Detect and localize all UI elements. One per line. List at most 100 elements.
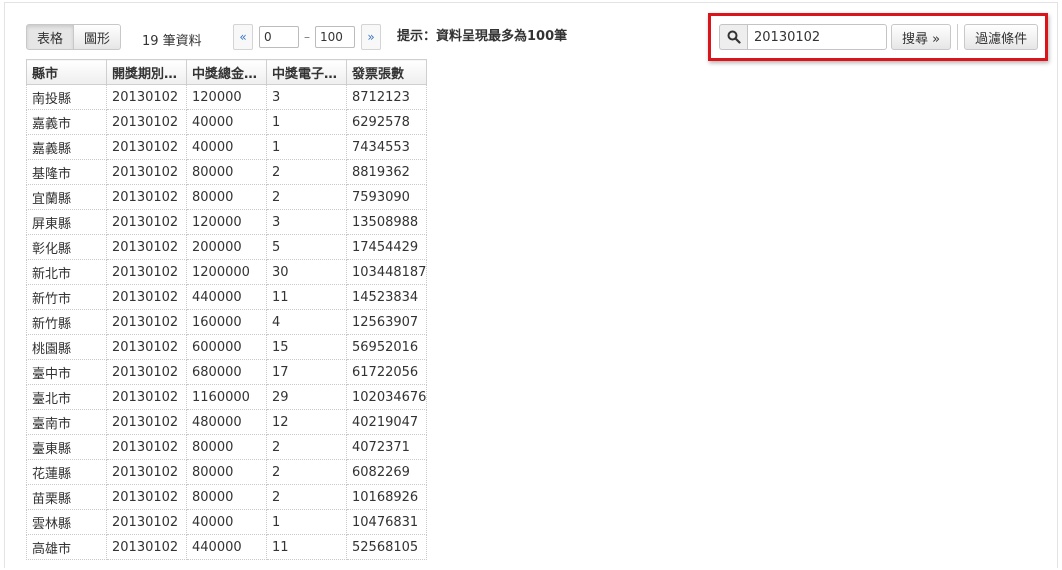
table-row[interactable]: 新竹縣 20130102 160000 4 12563907 — [26, 309, 427, 335]
table-cell: 20130102 — [106, 534, 187, 560]
table-cell: 14523834 — [346, 284, 427, 310]
table-cell: 臺北市 — [26, 384, 107, 410]
table-row[interactable]: 桃園縣 20130102 600000 15 56952016 — [26, 334, 427, 360]
table-cell: 80000 — [186, 484, 267, 510]
table-row[interactable]: 苗栗縣 20130102 80000 2 10168926 — [26, 484, 427, 510]
table-row[interactable]: 南投縣 20130102 120000 3 8712123 — [26, 84, 427, 110]
column-header[interactable]: 中獎電子… — [266, 59, 347, 85]
table-cell: 20130102 — [106, 459, 187, 485]
table-cell: 臺中市 — [26, 359, 107, 385]
search-bar: 搜尋 » 過濾條件 — [719, 24, 1039, 50]
table-cell: 嘉義縣 — [26, 134, 107, 160]
table-cell: 20130102 — [106, 84, 187, 110]
table-cell: 17454429 — [346, 234, 427, 260]
table-row[interactable]: 臺東縣 20130102 80000 2 4072371 — [26, 434, 427, 460]
column-header[interactable]: 縣市 — [26, 59, 107, 85]
table-cell: 13508988 — [346, 209, 427, 235]
table-row[interactable]: 臺中市 20130102 680000 17 61722056 — [26, 359, 427, 385]
table-row[interactable]: 高雄市 20130102 440000 11 52568105 — [26, 534, 427, 560]
table-row[interactable]: 屏東縣 20130102 120000 3 13508988 — [26, 209, 427, 235]
table-cell: 80000 — [186, 184, 267, 210]
table-cell: 6292578 — [346, 109, 427, 135]
table-cell: 10476831 — [346, 509, 427, 535]
table-row[interactable]: 基隆市 20130102 80000 2 8819362 — [26, 159, 427, 185]
table-row[interactable]: 彰化縣 20130102 200000 5 17454429 — [26, 234, 427, 260]
record-count: 19 筆資料 — [142, 34, 202, 49]
table-cell: 1200000 — [186, 259, 267, 285]
table-row[interactable]: 新北市 20130102 1200000 30 103448187 — [26, 259, 427, 285]
table-cell: 2 — [266, 434, 347, 460]
column-header[interactable]: 中獎總金… — [186, 59, 267, 85]
search-icon — [719, 24, 747, 50]
table-cell: 3 — [266, 84, 347, 110]
table-row[interactable]: 臺北市 20130102 1160000 29 102034676 — [26, 384, 427, 410]
table-cell: 120000 — [186, 84, 267, 110]
table-cell: 103448187 — [346, 259, 427, 285]
table-row[interactable]: 雲林縣 20130102 40000 1 10476831 — [26, 509, 427, 535]
chart-view-button[interactable]: 圖形 — [74, 24, 122, 50]
table-cell: 440000 — [186, 284, 267, 310]
table-cell: 80000 — [186, 159, 267, 185]
next-page-button[interactable]: » — [361, 24, 381, 50]
table-cell: 40000 — [186, 109, 267, 135]
view-toggle: 表格 圖形 — [26, 24, 122, 50]
table-cell: 花蓮縣 — [26, 459, 107, 485]
table-view-button[interactable]: 表格 — [26, 24, 75, 50]
table-cell: 4072371 — [346, 434, 427, 460]
table-cell: 160000 — [186, 309, 267, 335]
table-row[interactable]: 新竹市 20130102 440000 11 14523834 — [26, 284, 427, 310]
table-cell: 15 — [266, 334, 347, 360]
toolbar-divider — [957, 24, 959, 50]
table-cell: 29 — [266, 384, 347, 410]
table-row[interactable]: 嘉義市 20130102 40000 1 6292578 — [26, 109, 427, 135]
search-input[interactable] — [747, 24, 887, 50]
table-row[interactable]: 臺南市 20130102 480000 12 40219047 — [26, 409, 427, 435]
table-cell: 52568105 — [346, 534, 427, 560]
table-cell: 8712123 — [346, 84, 427, 110]
table-cell: 11 — [266, 284, 347, 310]
table-cell: 新北市 — [26, 259, 107, 285]
table-cell: 3 — [266, 209, 347, 235]
column-header[interactable]: 發票張數 — [346, 59, 427, 85]
table-cell: 新竹縣 — [26, 309, 107, 335]
table-cell: 4 — [266, 309, 347, 335]
table-cell: 102034676 — [346, 384, 427, 410]
table-cell: 600000 — [186, 334, 267, 360]
table-cell: 6082269 — [346, 459, 427, 485]
table-cell: 40000 — [186, 509, 267, 535]
table-cell: 20130102 — [106, 309, 187, 335]
table-cell: 雲林縣 — [26, 509, 107, 535]
prev-page-button[interactable]: « — [233, 24, 253, 50]
range-from-input[interactable] — [259, 26, 299, 48]
table-cell: 40000 — [186, 134, 267, 160]
search-button[interactable]: 搜尋 » — [891, 24, 952, 50]
data-table: 縣市 開獎期別… 中獎總金… 中獎電子… 發票張數 南投縣 20130102 120… — [26, 59, 427, 560]
table-cell: 120000 — [186, 209, 267, 235]
table-cell: 南投縣 — [26, 84, 107, 110]
table-cell: 2 — [266, 459, 347, 485]
table-row[interactable]: 嘉義縣 20130102 40000 1 7434553 — [26, 134, 427, 160]
table-cell: 20130102 — [106, 234, 187, 260]
table-cell: 61722056 — [346, 359, 427, 385]
table-cell: 臺東縣 — [26, 434, 107, 460]
filter-conditions-button[interactable]: 過濾條件 — [964, 24, 1039, 50]
table-row[interactable]: 花蓮縣 20130102 80000 2 6082269 — [26, 459, 427, 485]
table-cell: 20130102 — [106, 184, 187, 210]
table-cell: 7593090 — [346, 184, 427, 210]
column-header[interactable]: 開獎期別… — [106, 59, 187, 85]
table-cell: 20130102 — [106, 484, 187, 510]
table-cell: 40219047 — [346, 409, 427, 435]
table-cell: 7434553 — [346, 134, 427, 160]
table-row[interactable]: 宜蘭縣 20130102 80000 2 7593090 — [26, 184, 427, 210]
table-cell: 680000 — [186, 359, 267, 385]
table-cell: 20130102 — [106, 209, 187, 235]
table-cell: 1 — [266, 134, 347, 160]
table-cell: 1 — [266, 509, 347, 535]
table-cell: 2 — [266, 159, 347, 185]
table-cell: 桃園縣 — [26, 334, 107, 360]
range-to-input[interactable] — [315, 26, 355, 48]
table-cell: 彰化縣 — [26, 234, 107, 260]
table-cell: 480000 — [186, 409, 267, 435]
table-cell: 80000 — [186, 434, 267, 460]
table-cell: 基隆市 — [26, 159, 107, 185]
